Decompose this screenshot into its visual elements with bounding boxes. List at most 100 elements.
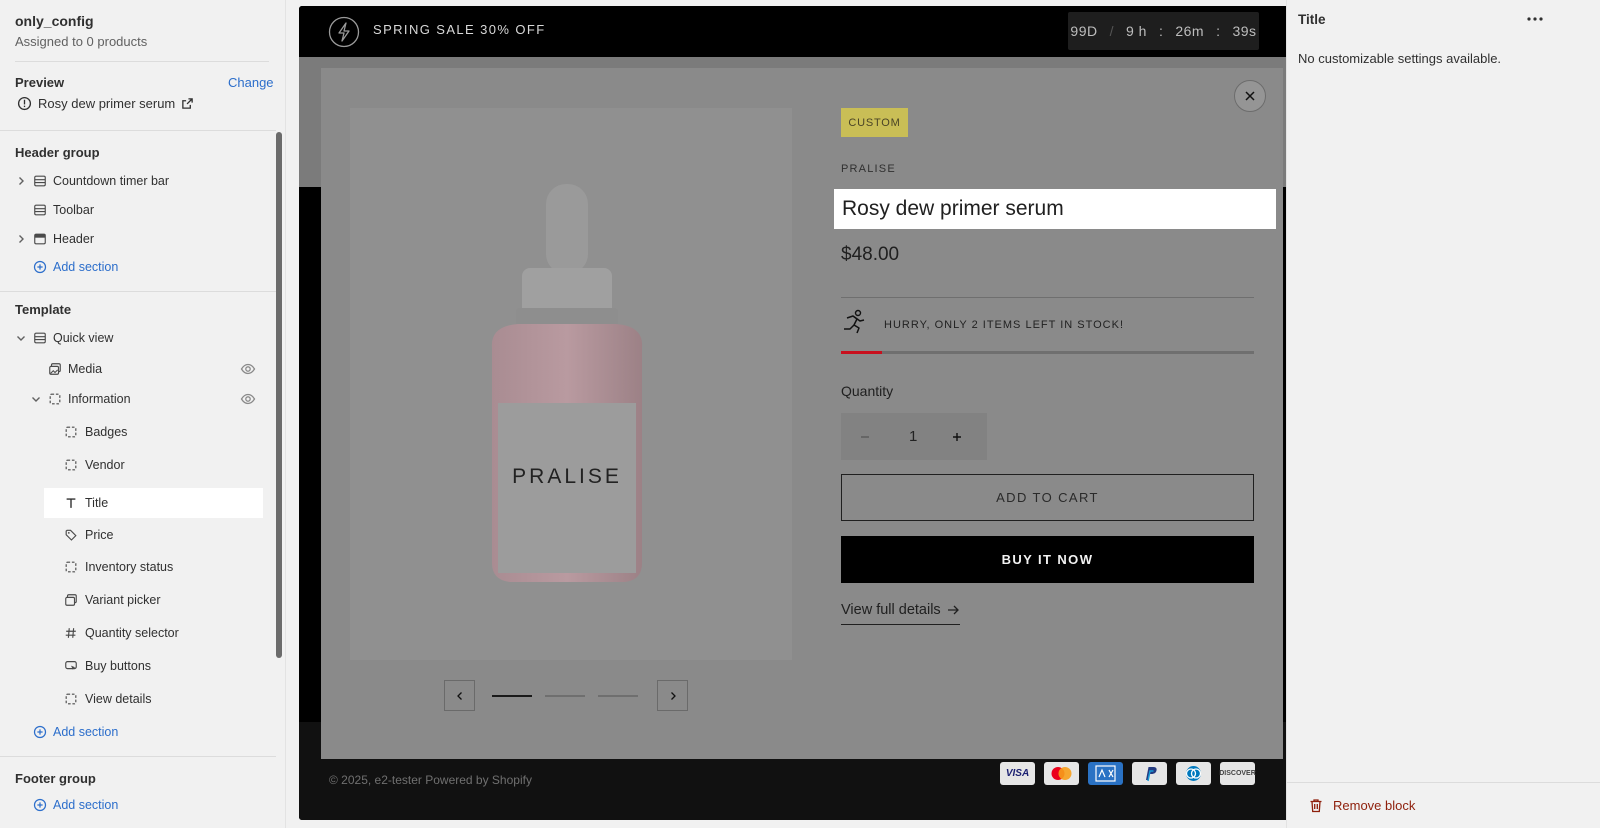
block-title-selected[interactable]: Title [44, 488, 263, 518]
decrease-quantity-button[interactable] [854, 426, 876, 448]
block-dashed-icon [65, 426, 77, 438]
timer-days: 99D [1070, 23, 1098, 39]
block-media[interactable]: Media [0, 355, 270, 383]
block-dashed-icon [49, 393, 61, 405]
discover-icon: DISCOVER [1219, 762, 1256, 785]
timer-divider: / [1109, 23, 1114, 39]
paypal-icon [1132, 762, 1167, 785]
sidebar-scrollbar[interactable] [276, 132, 282, 658]
view-full-details-link[interactable]: View full details [841, 602, 960, 625]
chevron-down-icon[interactable] [15, 332, 27, 344]
button-cursor-icon [65, 661, 77, 670]
preview-product[interactable]: Rosy dew primer serum [17, 96, 194, 111]
section-label: Countdown timer bar [53, 174, 170, 188]
add-section-header-button[interactable]: Add section [0, 253, 270, 281]
block-view-details[interactable]: View details [0, 685, 270, 713]
countdown-timer-bar: SPRING SALE 30% OFF 99D / 9 h : 26m : 39… [299, 6, 1289, 57]
eye-icon[interactable] [240, 391, 256, 407]
add-section-template-button[interactable]: Add section [0, 718, 270, 746]
block-label: Inventory status [85, 560, 174, 574]
view-full-details-label: View full details [841, 602, 941, 618]
section-countdown-timer-bar[interactable]: Countdown timer bar [0, 167, 270, 195]
timer-seconds: 39s [1232, 23, 1257, 39]
block-price[interactable]: Price [0, 521, 270, 549]
block-badges[interactable]: Badges [0, 418, 270, 446]
product-title[interactable]: Rosy dew primer serum [834, 189, 1276, 229]
block-dashed-icon [65, 459, 77, 471]
change-preview-link[interactable]: Change [228, 75, 274, 90]
bottle-label: PRALISE [512, 465, 622, 488]
section-label: Toolbar [53, 203, 94, 217]
slide-dot[interactable] [545, 695, 585, 697]
hash-icon [65, 628, 76, 638]
footer-copyright: © 2025, e2-tester Powered by Shopify [329, 773, 532, 787]
section-quick-view[interactable]: Quick view [0, 324, 270, 352]
panel-title: Title [1298, 12, 1326, 27]
close-icon [1245, 91, 1255, 101]
chevron-right-icon[interactable] [15, 233, 27, 245]
price-tag-icon [65, 529, 77, 541]
plus-circle-icon [33, 725, 47, 739]
chevron-down-icon[interactable] [30, 393, 42, 405]
slide-dot[interactable] [598, 695, 638, 697]
eye-icon[interactable] [240, 361, 256, 377]
variant-icon [65, 594, 77, 606]
next-slide-button[interactable] [657, 680, 688, 711]
product-image[interactable]: PRALISE [350, 108, 792, 660]
product-badge: CUSTOM [841, 108, 908, 137]
buy-it-now-button[interactable]: BUY IT NOW [841, 536, 1254, 583]
add-to-cart-button[interactable]: ADD TO CART [841, 474, 1254, 521]
header-section-icon [34, 233, 46, 245]
block-label: Vendor [85, 458, 125, 472]
running-person-icon [844, 309, 865, 334]
divider [0, 130, 276, 131]
add-section-label: Add section [53, 798, 119, 812]
template-name: only_config [15, 13, 94, 29]
add-section-label: Add section [53, 725, 119, 739]
section-toolbar[interactable]: Toolbar [0, 196, 270, 224]
block-vendor[interactable]: Vendor [0, 451, 270, 479]
quick-view-modal: PRALISE CUSTOM PRALISE Rosy dew primer s… [321, 68, 1283, 759]
more-options-icon[interactable] [1525, 12, 1545, 26]
inventory-status-text: HURRY, ONLY 2 ITEMS LEFT IN STOCK! [884, 319, 1125, 331]
block-quantity-selector[interactable]: Quantity selector [0, 619, 270, 647]
block-label: Information [68, 392, 131, 406]
close-button[interactable] [1234, 80, 1266, 112]
timer-hours: 9 h [1126, 23, 1147, 39]
block-label: Media [68, 362, 103, 376]
quantity-value[interactable]: 1 [909, 428, 917, 445]
preview-label: Preview [15, 75, 65, 90]
plus-circle-icon [33, 798, 47, 812]
trash-icon [1310, 799, 1322, 813]
increase-quantity-button[interactable] [946, 426, 968, 448]
divider [1287, 782, 1600, 783]
announcement-text: SPRING SALE 30% OFF [373, 22, 546, 37]
block-inventory-status[interactable]: Inventory status [0, 553, 270, 581]
block-variant-picker[interactable]: Variant picker [0, 586, 270, 614]
remove-block-label: Remove block [1333, 798, 1416, 813]
text-icon [66, 498, 76, 508]
block-label: Variant picker [85, 593, 161, 607]
block-buy-buttons[interactable]: Buy buttons [0, 652, 270, 680]
quantity-stepper[interactable]: 1 [841, 413, 987, 460]
product-vendor: PRALISE [841, 163, 896, 175]
mastercard-icon [1044, 762, 1079, 785]
remove-block-button[interactable]: Remove block [1309, 798, 1415, 813]
section-header[interactable]: Header [0, 225, 270, 253]
previous-slide-button[interactable] [444, 680, 475, 711]
plus-icon [953, 432, 961, 441]
slide-dot[interactable] [492, 695, 532, 697]
add-section-footer-button[interactable]: Add section [0, 791, 270, 819]
assigned-count: Assigned to 0 products [15, 34, 148, 49]
section-label: Header [53, 232, 94, 246]
timer-separator: : [1216, 23, 1221, 39]
section-icon [34, 332, 46, 344]
footer-group-label: Footer group [15, 771, 96, 786]
lightning-icon [328, 16, 360, 48]
diners-club-icon [1176, 762, 1211, 785]
block-information[interactable]: Information [0, 385, 270, 413]
external-link-icon[interactable] [181, 97, 194, 110]
chevron-right-icon[interactable] [15, 175, 27, 187]
timer-minutes: 26m [1175, 23, 1205, 39]
block-label: Badges [85, 425, 128, 439]
